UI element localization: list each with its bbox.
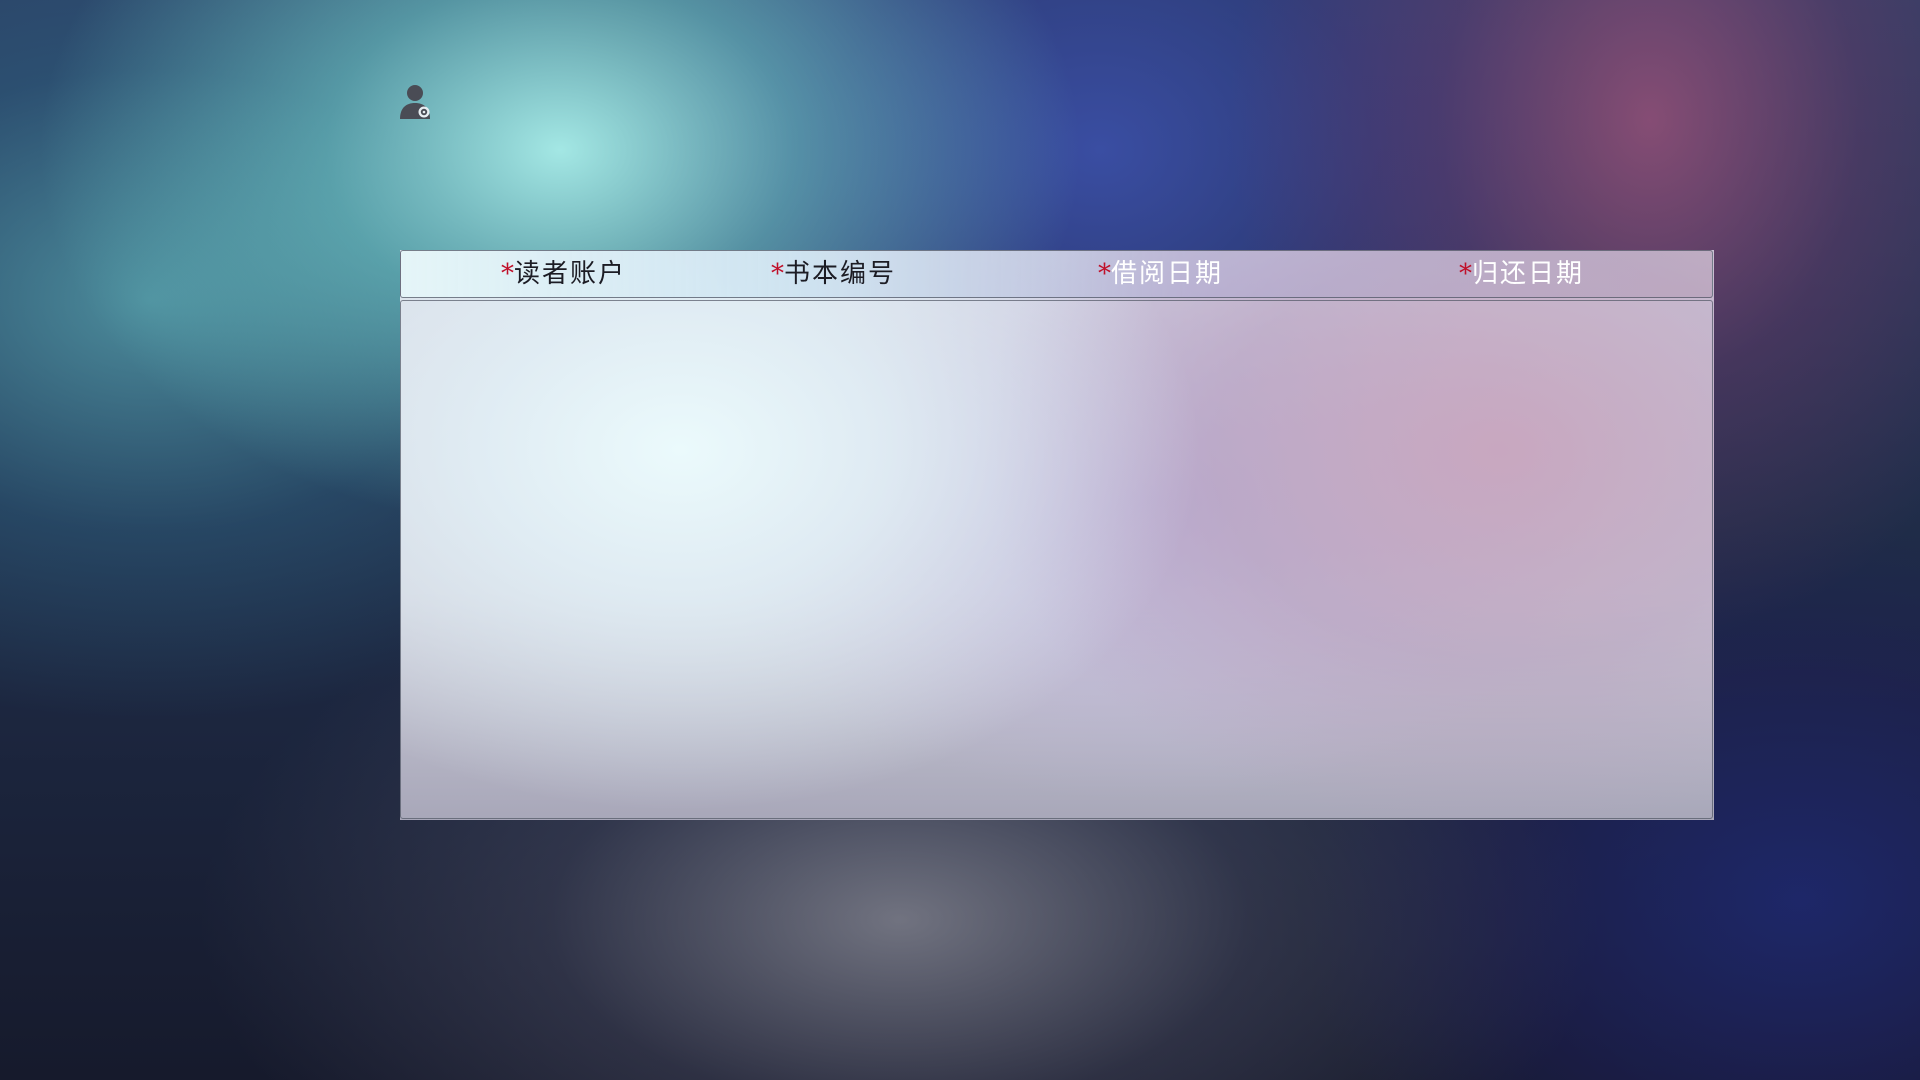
column-header-reader-account[interactable]: *读者账户	[501, 251, 626, 297]
column-header-return-date[interactable]: *归还日期	[1459, 251, 1584, 297]
column-label: 借阅日期	[1111, 259, 1224, 289]
user-settings-icon[interactable]	[399, 84, 433, 120]
column-label: 归还日期	[1472, 259, 1585, 289]
required-mark: *	[771, 259, 784, 289]
column-label: 书本编号	[784, 259, 897, 289]
table-body[interactable]	[400, 300, 1713, 819]
table-header: *读者账户 *书本编号 *借阅日期 *归还日期	[400, 250, 1713, 298]
required-mark: *	[501, 259, 514, 289]
column-header-borrow-date[interactable]: *借阅日期	[1098, 251, 1223, 297]
column-label: 读者账户	[514, 259, 627, 289]
required-mark: *	[1459, 259, 1472, 289]
required-mark: *	[1098, 259, 1111, 289]
column-header-book-number[interactable]: *书本编号	[771, 251, 896, 297]
